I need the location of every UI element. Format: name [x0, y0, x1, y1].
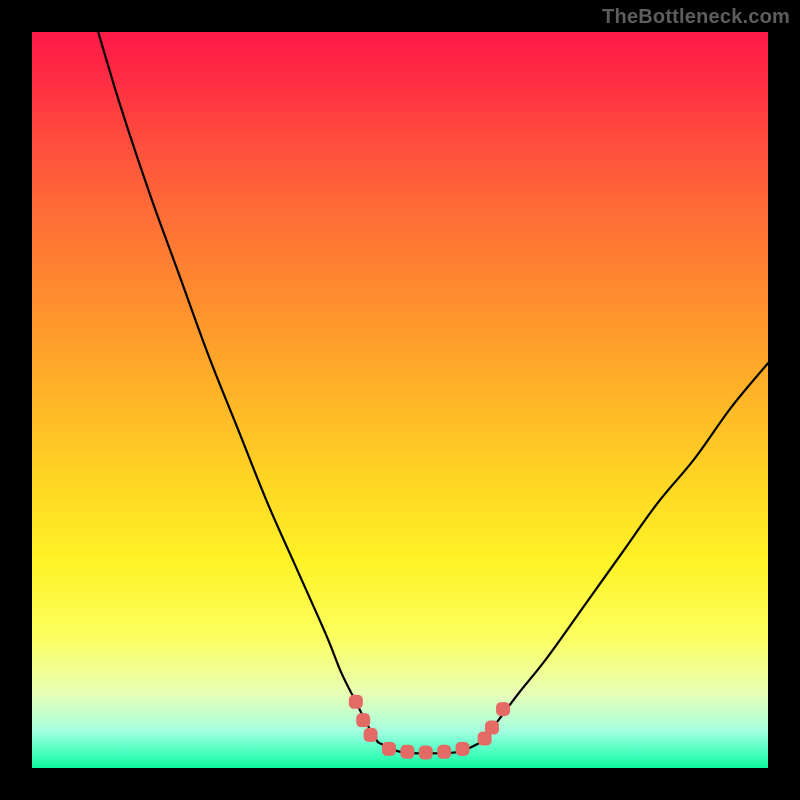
data-marker	[356, 713, 370, 727]
chart-svg	[32, 32, 768, 768]
data-marker	[382, 742, 396, 756]
data-marker	[456, 742, 470, 756]
watermark-text: TheBottleneck.com	[602, 6, 790, 29]
data-marker	[419, 746, 433, 760]
outer-frame: TheBottleneck.com	[0, 0, 800, 800]
data-marker	[496, 702, 510, 716]
line-series	[98, 32, 768, 753]
series-left-arm	[98, 32, 378, 742]
data-marker	[485, 721, 499, 735]
data-marker	[400, 745, 414, 759]
data-marker	[437, 745, 451, 759]
marker-group	[349, 695, 510, 760]
data-marker	[349, 695, 363, 709]
plot-area	[32, 32, 768, 768]
series-right-arm	[481, 363, 768, 742]
data-marker	[364, 728, 378, 742]
